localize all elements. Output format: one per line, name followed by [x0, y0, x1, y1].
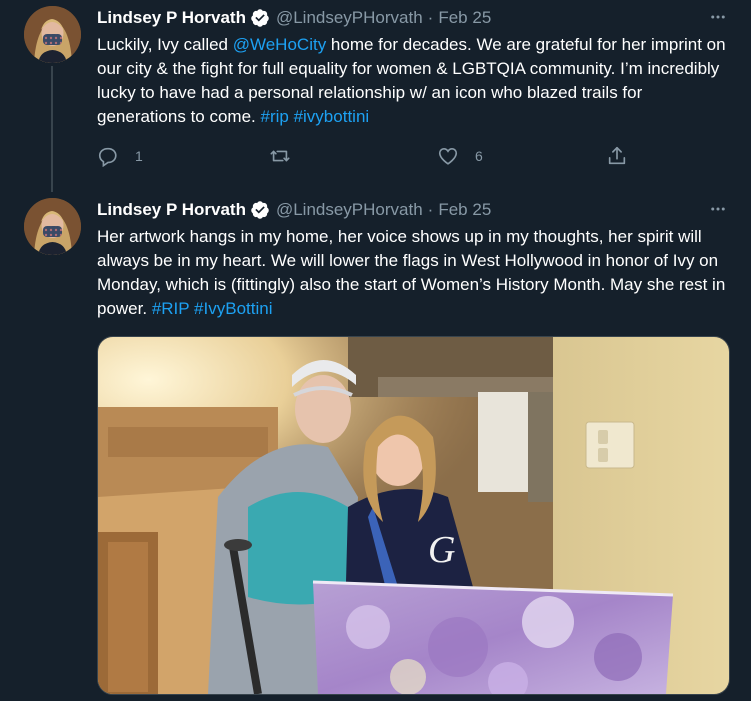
retweet-button[interactable] [269, 143, 307, 169]
share-icon [608, 146, 626, 165]
hashtag-link[interactable]: #ivybottini [294, 107, 370, 126]
verified-badge-icon [251, 9, 269, 27]
reply-count: 1 [135, 148, 143, 164]
avatar[interactable] [24, 6, 81, 63]
tweet-header: Lindsey P Horvath @LindseyPHorvath · Feb… [97, 6, 491, 30]
tweet-header: Lindsey P Horvath @LindseyPHorvath · Feb… [97, 198, 491, 222]
reply-button[interactable]: 1 [97, 143, 143, 169]
tweet[interactable]: Lindsey P Horvath @LindseyPHorvath · Feb… [0, 195, 751, 701]
more-icon[interactable] [707, 6, 729, 28]
author-handle[interactable]: @LindseyPHorvath [276, 8, 423, 28]
share-button[interactable] [606, 143, 628, 169]
separator-dot: · [427, 8, 434, 27]
hashtag-link[interactable]: #IvyBottini [194, 299, 272, 318]
like-button[interactable]: 6 [437, 143, 483, 169]
retweet-icon [270, 150, 290, 162]
tweet[interactable]: Lindsey P Horvath @LindseyPHorvath · Feb… [0, 0, 751, 195]
hashtag-link[interactable]: #RIP [152, 299, 190, 318]
thread-connector-line [51, 66, 53, 192]
tweet-text: Luckily, Ivy called @WeHoCity home for d… [97, 33, 727, 129]
mention-link[interactable]: @WeHoCity [233, 35, 326, 54]
tweet-thread: Lindsey P Horvath @LindseyPHorvath · Feb… [0, 0, 751, 701]
verified-badge-icon [251, 201, 269, 219]
avatar[interactable] [24, 198, 81, 255]
like-count: 6 [475, 148, 483, 164]
more-icon[interactable] [707, 198, 729, 220]
author-name[interactable]: Lindsey P Horvath [97, 200, 246, 220]
text-segment: Luckily, Ivy called [97, 35, 233, 54]
author-handle[interactable]: @LindseyPHorvath [276, 200, 423, 220]
separator-dot: · [427, 200, 434, 219]
svg-text:G: G [428, 529, 455, 571]
like-icon [438, 148, 458, 165]
tweet-photo[interactable]: G [97, 336, 730, 695]
reply-icon [98, 147, 117, 167]
tweet-date[interactable]: Feb 25 [438, 8, 491, 28]
hashtag-link[interactable]: #rip [260, 107, 288, 126]
tweet-date[interactable]: Feb 25 [438, 200, 491, 220]
tweet-text: Her artwork hangs in my home, her voice … [97, 225, 727, 321]
tweet-actions: 1 6 [97, 143, 637, 169]
author-name[interactable]: Lindsey P Horvath [97, 8, 246, 28]
